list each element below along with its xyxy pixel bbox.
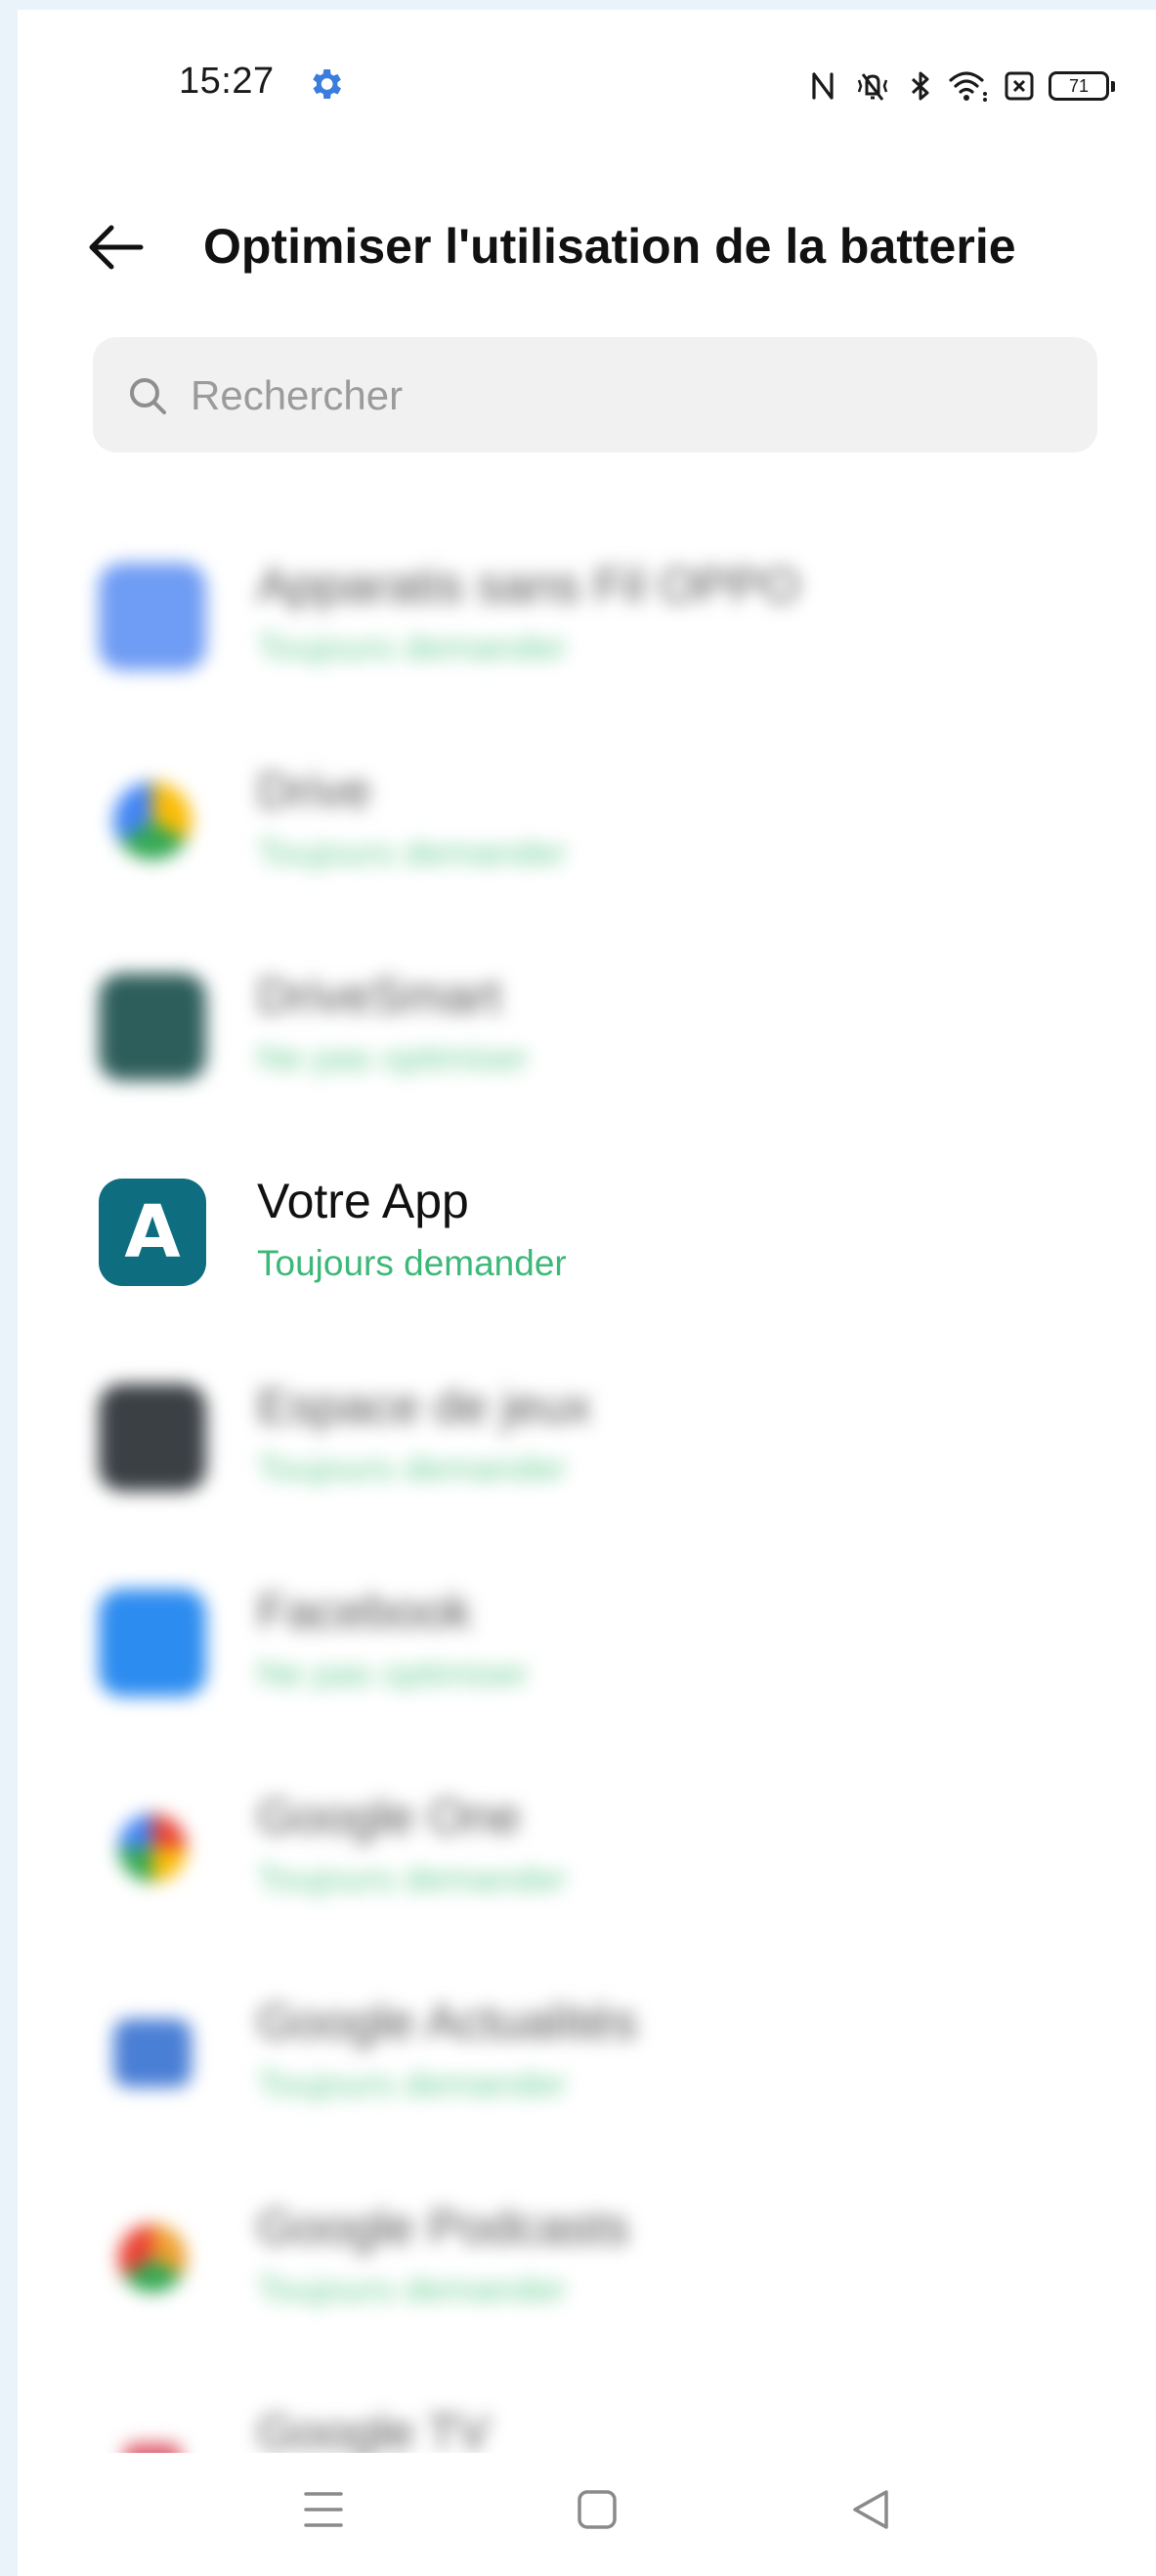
app-status: Toujours demander xyxy=(257,1243,567,1283)
search-input[interactable]: Rechercher xyxy=(93,337,1097,452)
app-name: Google One xyxy=(257,1789,521,1844)
list-item[interactable]: DriveSmart Ne pas optimiser xyxy=(18,919,1156,1124)
menu-icon[interactable] xyxy=(294,2480,353,2539)
back-triangle-icon[interactable] xyxy=(841,2480,900,2539)
gear-icon xyxy=(306,64,345,104)
list-item[interactable]: Google Actualités Toujours demander xyxy=(18,1945,1156,2150)
wifi-icon xyxy=(947,68,990,104)
app-status: Toujours demander xyxy=(257,2269,567,2309)
list-item[interactable]: Apparatis sans Fil OPPO Toujours demande… xyxy=(18,508,1156,713)
battery-icon: 71 xyxy=(1049,71,1115,101)
app-name: Google Actualités xyxy=(257,1995,638,2049)
app-status: Toujours demander xyxy=(257,833,567,873)
list-item[interactable]: Google Podcasts Toujours demander xyxy=(18,2150,1156,2355)
list-item[interactable]: Espace de jeux Toujours demander xyxy=(18,1329,1156,1534)
app-icon xyxy=(99,1384,206,1491)
drive-icon xyxy=(113,782,192,860)
app-name: DriveSmart xyxy=(257,968,502,1023)
google-news-icon xyxy=(113,2019,192,2087)
app-status: Ne pas optimiser xyxy=(257,1653,529,1694)
outer-frame: 15:27 71 Optimiser l'utilisation de la b… xyxy=(0,0,1156,2576)
list-item[interactable]: Google One Toujours demander xyxy=(18,1739,1156,1945)
header: Optimiser l'utilisation de la batterie xyxy=(18,200,1156,298)
app-status: Toujours demander xyxy=(257,2064,567,2104)
app-icon xyxy=(99,563,206,670)
app-name: Google Podcasts xyxy=(257,2200,629,2254)
back-arrow-icon[interactable] xyxy=(86,222,145,273)
list-item[interactable]: A Votre App Toujours demander xyxy=(18,1124,1156,1329)
status-bar: 15:27 71 xyxy=(18,10,1156,156)
list-item[interactable]: Drive Toujours demander xyxy=(18,713,1156,919)
nfc-icon xyxy=(808,68,837,104)
bluetooth-icon xyxy=(908,68,933,104)
votre-app-icon: A xyxy=(99,1179,206,1286)
app-name: Facebook xyxy=(257,1584,472,1639)
navigation-bar xyxy=(18,2453,1156,2576)
search-placeholder: Rechercher xyxy=(191,372,404,418)
app-status: Toujours demander xyxy=(257,1448,567,1488)
google-podcasts-icon xyxy=(118,2224,187,2293)
app-icon xyxy=(99,973,206,1081)
no-sim-icon xyxy=(1004,69,1035,103)
app-name: Espace de jeux xyxy=(257,1379,591,1434)
app-name: Apparatis sans Fil OPPO xyxy=(257,558,800,613)
home-icon[interactable] xyxy=(568,2480,626,2539)
status-icons: 71 xyxy=(808,66,1115,106)
app-name: Drive xyxy=(257,763,371,818)
app-status: Toujours demander xyxy=(257,1859,567,1899)
vibrate-mute-icon xyxy=(851,68,894,104)
status-time: 15:27 xyxy=(179,61,275,102)
google-one-icon xyxy=(118,1814,187,1882)
page-title: Optimiser l'utilisation de la batterie xyxy=(203,219,1016,274)
list-item[interactable]: Facebook Ne pas optimiser xyxy=(18,1534,1156,1739)
app-status: Ne pas optimiser xyxy=(257,1038,529,1078)
search-icon xyxy=(126,374,169,417)
phone-screen: 15:27 71 Optimiser l'utilisation de la b… xyxy=(18,10,1156,2576)
app-name: Votre App xyxy=(257,1174,469,1228)
app-status: Toujours demander xyxy=(257,627,567,667)
facebook-icon xyxy=(99,1589,206,1696)
